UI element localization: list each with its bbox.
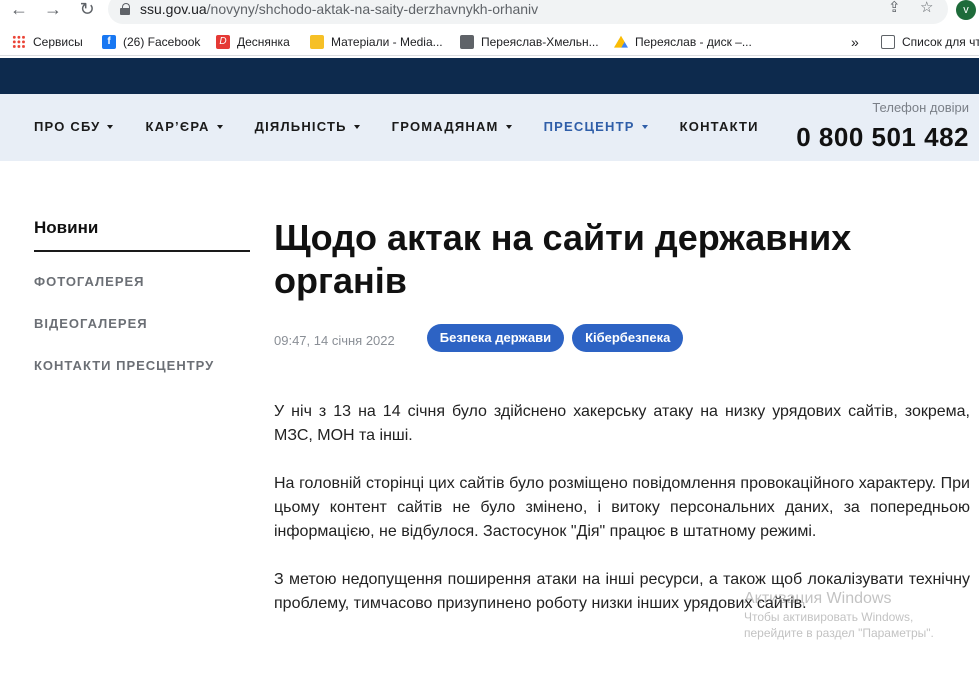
- lock-icon[interactable]: [120, 3, 130, 15]
- article-date: 09:47, 14 січня 2022: [274, 332, 395, 348]
- sidebar-title-news[interactable]: Новини: [34, 218, 250, 252]
- nav-about[interactable]: ПРО СБУ: [34, 119, 114, 134]
- article: Щодо актак на сайти державних органів 09…: [274, 216, 970, 612]
- nav-activity[interactable]: ДІЯЛЬНІСТЬ: [255, 119, 360, 134]
- sidebar-link-press-contacts[interactable]: КОНТАКТИ ПРЕСЦЕНТРУ: [34, 358, 250, 373]
- facebook-icon: f: [102, 35, 116, 49]
- nav-press-center[interactable]: ПРЕСЦЕНТР: [544, 119, 648, 134]
- globe-icon: [460, 35, 474, 49]
- chevron-down-icon: [353, 124, 360, 129]
- nav-contacts[interactable]: КОНТАКТИ: [680, 119, 759, 134]
- windows-activation-watermark: Активация Windows Чтобы активировать Win…: [744, 590, 934, 640]
- sidebar-link-video-gallery[interactable]: ВІДЕОГАЛЕРЕЯ: [34, 316, 250, 331]
- tag-state-security[interactable]: Безпека держави: [426, 324, 565, 352]
- article-title: Щодо актак на сайти державних органів: [274, 217, 852, 301]
- reading-list-icon: [881, 35, 895, 49]
- nav-citizens[interactable]: ГРОМАДЯНАМ: [392, 119, 512, 134]
- bookmark-media[interactable]: Матеріали - Media...: [310, 33, 443, 51]
- bookmark-apps[interactable]: Сервисы: [12, 33, 83, 51]
- url-text[interactable]: ssu.gov.ua/novyny/shchodo-aktak-na-saity…: [140, 1, 538, 17]
- main-navigation: ПРО СБУ КАР’ЄРА ДІЯЛЬНІСТЬ ГРОМАДЯНАМ ПР…: [0, 94, 979, 161]
- reading-list[interactable]: Список для чт: [881, 33, 979, 51]
- hotline-number[interactable]: 0 800 501 482: [796, 122, 969, 153]
- chevron-down-icon: [641, 124, 648, 129]
- article-meta: 09:47, 14 січня 2022 Безпека держави Кіб…: [274, 324, 691, 352]
- nav-career[interactable]: КАР’ЄРА: [145, 119, 223, 134]
- google-drive-icon: [614, 35, 628, 48]
- site-topbar: [0, 58, 979, 94]
- apps-icon: [12, 35, 26, 49]
- share-icon[interactable]: ⇪: [888, 0, 901, 16]
- more-bookmarks-button[interactable]: »: [851, 33, 859, 51]
- chevron-down-icon: [505, 124, 512, 129]
- profile-avatar[interactable]: v: [956, 0, 976, 20]
- media-icon: [310, 35, 324, 49]
- reload-icon[interactable]: ↻: [76, 0, 98, 20]
- forward-arrow-icon[interactable]: →: [42, 0, 64, 20]
- article-paragraph: На головній сторінці цих сайтів було роз…: [274, 475, 970, 540]
- desnianka-icon: D: [216, 35, 230, 49]
- bookmark-facebook[interactable]: f (26) Facebook: [102, 33, 200, 51]
- sidebar-link-photo-gallery[interactable]: ФОТОГАЛЕРЕЯ: [34, 274, 250, 289]
- chevron-down-icon: [107, 124, 114, 129]
- back-arrow-icon[interactable]: ←: [8, 0, 30, 20]
- chevron-down-icon: [216, 124, 223, 129]
- browser-toolbar: ← → ↻ ssu.gov.ua/novyny/shchodo-aktak-na…: [0, 0, 979, 24]
- bookmark-pereiaslav[interactable]: Переяслав-Хмельн...: [460, 33, 599, 51]
- bookmark-star-icon[interactable]: ☆: [920, 0, 933, 16]
- bookmark-drive[interactable]: Переяслав - диск –...: [614, 33, 752, 51]
- tag-cybersecurity[interactable]: Кібербезпека: [572, 324, 684, 352]
- article-paragraph: У ніч з 13 на 14 січня було здійснено ха…: [274, 403, 970, 444]
- bookmark-desnianka[interactable]: D Деснянка: [216, 33, 290, 51]
- bookmarks-bar: Сервисы f (26) Facebook D Деснянка Матеріа…: [0, 26, 979, 56]
- address-bar[interactable]: ssu.gov.ua/novyny/shchodo-aktak-na-saity…: [108, 0, 948, 24]
- hotline-label: Телефон довіри: [872, 100, 969, 115]
- press-sidebar: Новини ФОТОГАЛЕРЕЯ ВІДЕОГАЛЕРЕЯ КОНТАКТИ…: [34, 218, 250, 373]
